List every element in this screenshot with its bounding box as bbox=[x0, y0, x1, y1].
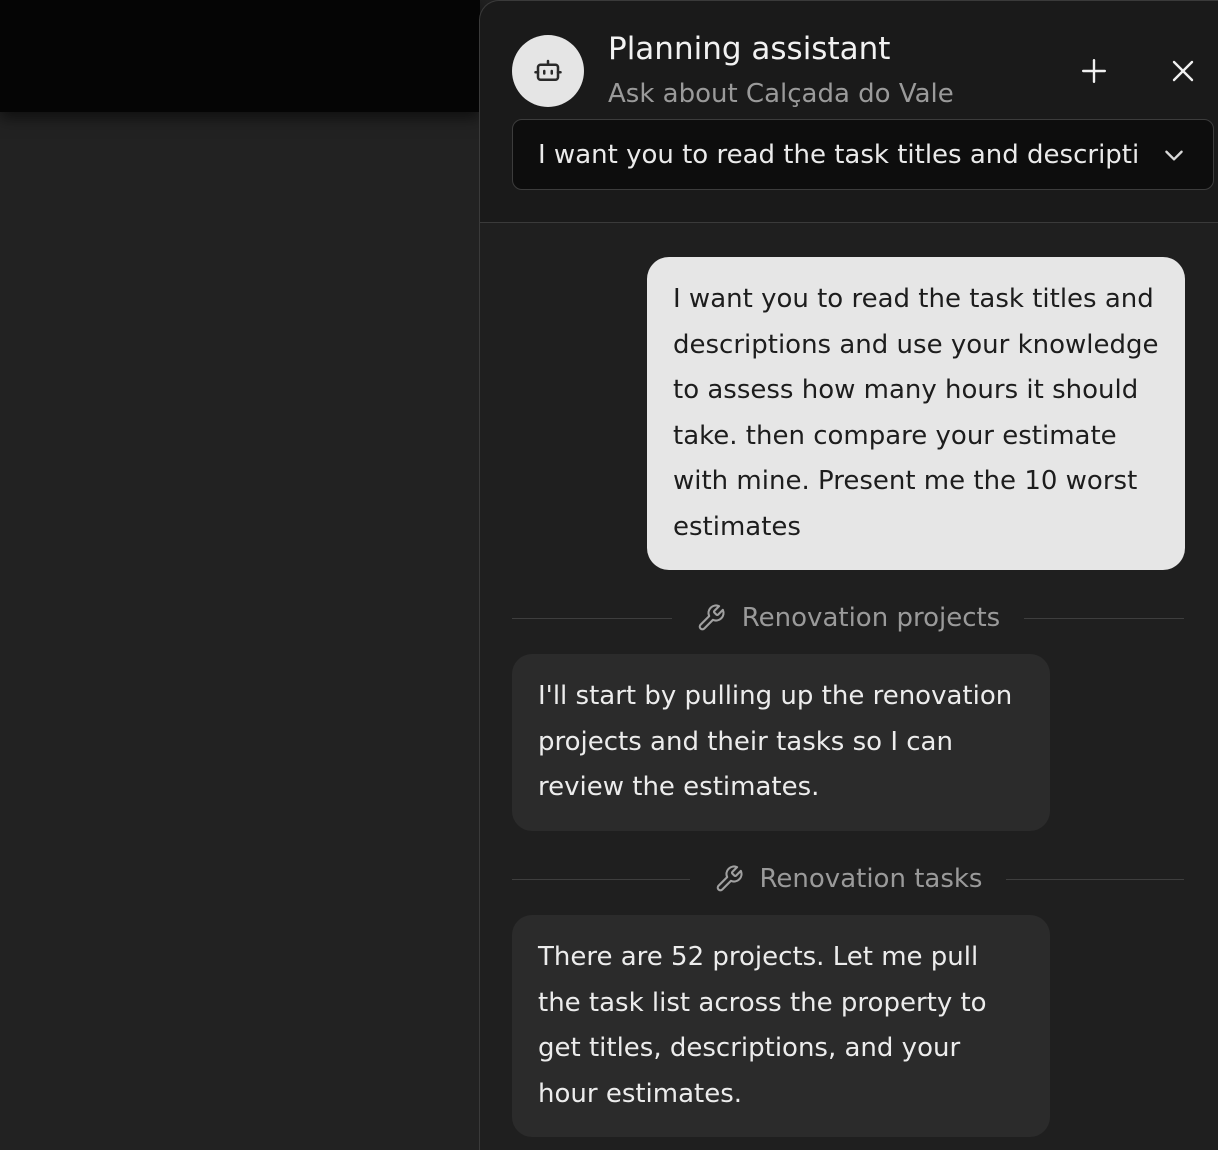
user-message: I want you to read the task titles and d… bbox=[647, 257, 1185, 570]
conversation-select-value: I want you to read the task titles and d… bbox=[538, 139, 1138, 170]
divider-line bbox=[1024, 617, 1185, 619]
plus-icon bbox=[1081, 58, 1107, 84]
robot-icon bbox=[534, 59, 562, 81]
close-icon bbox=[1172, 60, 1194, 82]
assistant-message: I'll start by pulling up the renovation … bbox=[512, 654, 1050, 831]
tool-call-name: Renovation tasks bbox=[759, 864, 983, 894]
tool-call-label: Renovation tasks bbox=[690, 864, 1007, 894]
divider-line bbox=[1006, 878, 1185, 880]
tool-call-name: Renovation projects bbox=[741, 603, 1001, 633]
new-chat-button[interactable] bbox=[1072, 49, 1116, 93]
close-panel-button[interactable] bbox=[1161, 49, 1205, 93]
divider-line bbox=[512, 878, 690, 880]
conversation-select[interactable]: I want you to read the task titles and d… bbox=[512, 119, 1214, 190]
assistant-header: Planning assistant Ask about Calçada do … bbox=[480, 1, 1218, 223]
divider-line bbox=[512, 617, 672, 619]
tool-call-label: Renovation projects bbox=[672, 603, 1024, 633]
tool-call-divider: Renovation tasks bbox=[512, 859, 1185, 899]
tool-call-divider: Renovation projects bbox=[512, 598, 1185, 638]
app-background bbox=[0, 0, 480, 1150]
app-topbar bbox=[0, 0, 480, 112]
assistant-panel: Planning assistant Ask about Calçada do … bbox=[479, 0, 1218, 1150]
assistant-message: There are 52 projects. Let me pull the t… bbox=[512, 915, 1050, 1137]
panel-subtitle: Ask about Calçada do Vale bbox=[608, 79, 954, 109]
assistant-avatar bbox=[512, 35, 584, 107]
panel-title: Planning assistant bbox=[608, 31, 891, 67]
wrench-icon bbox=[698, 604, 725, 631]
chevron-down-icon bbox=[1165, 150, 1183, 161]
wrench-icon bbox=[716, 865, 743, 892]
